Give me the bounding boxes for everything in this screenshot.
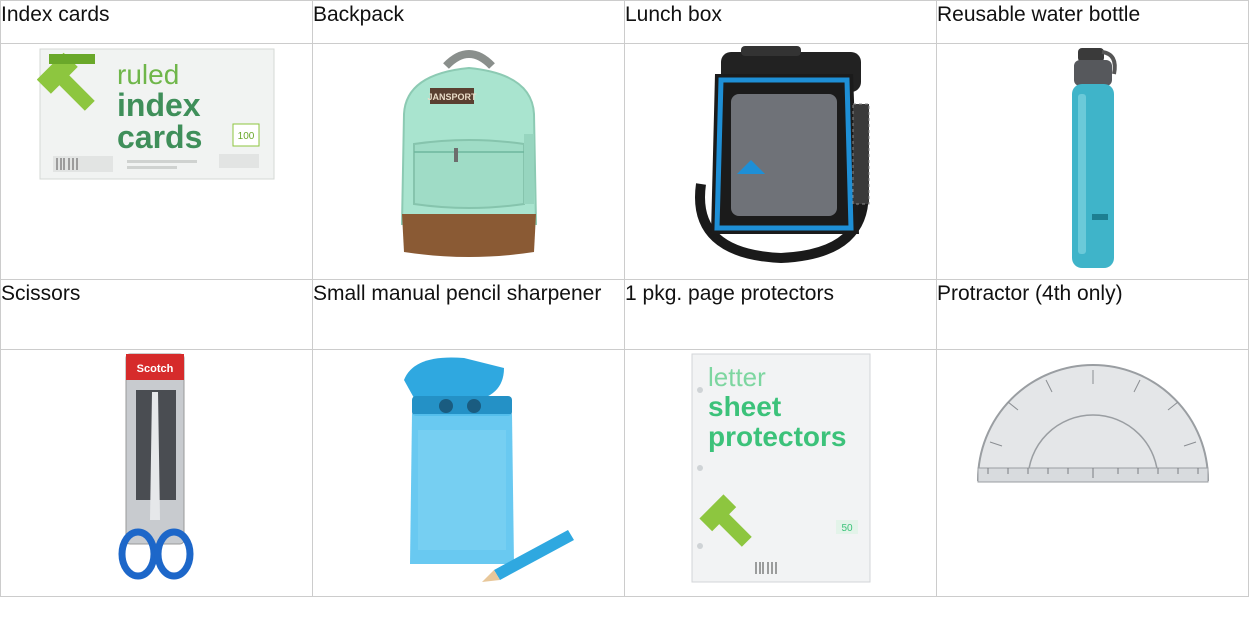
image-row-1: ruled index cards 100 JANSPORT bbox=[0, 43, 1249, 280]
cell-image-protractor bbox=[936, 349, 1249, 597]
cell-image-pencil-sharpener bbox=[312, 349, 625, 597]
label-row-1: Index cards Backpack Lunch box Reusable … bbox=[0, 0, 1249, 44]
cell-label-scissors: Scissors bbox=[0, 279, 313, 350]
cell-image-page-protectors: letter sheet protectors 50 bbox=[624, 349, 937, 597]
protractor-image bbox=[976, 364, 1209, 483]
cell-label-lunch-box: Lunch box bbox=[624, 0, 937, 44]
cell-image-water-bottle bbox=[936, 43, 1249, 280]
scissors-image: Scotch bbox=[118, 353, 193, 580]
water-bottle-image bbox=[1071, 48, 1117, 268]
index-cards-line1: ruled bbox=[117, 59, 179, 90]
page-protectors-line1: letter bbox=[708, 362, 766, 392]
cell-label-page-protectors: 1 pkg. page protectors bbox=[624, 279, 937, 350]
cell-image-index-cards: ruled index cards 100 bbox=[0, 43, 313, 280]
page-protectors-count: 50 bbox=[841, 523, 853, 534]
cell-label-backpack: Backpack bbox=[312, 0, 625, 44]
cell-image-backpack: JANSPORT bbox=[312, 43, 625, 280]
page-protectors-image: letter sheet protectors 50 bbox=[691, 353, 870, 583]
backpack-image: JANSPORT bbox=[400, 50, 537, 257]
page-protectors-line3: protectors bbox=[708, 421, 846, 452]
index-cards-line3: cards bbox=[117, 119, 202, 155]
cell-label-pencil-sharpener: Small manual pencil sharpener bbox=[312, 279, 625, 350]
backpack-brand-patch: JANSPORT bbox=[427, 92, 477, 102]
label-row-2: Scissors Small manual pencil sharpener 1… bbox=[0, 279, 1249, 350]
cell-label-index-cards: Index cards bbox=[0, 0, 313, 44]
index-cards-count-badge: 100 bbox=[237, 131, 254, 142]
pencil-sharpener-image bbox=[403, 357, 574, 582]
index-cards-line2: index bbox=[117, 87, 201, 123]
page-protectors-line2: sheet bbox=[708, 391, 781, 422]
school-supply-table: Index cards Backpack Lunch box Reusable … bbox=[0, 0, 1249, 597]
index-cards-image: ruled index cards 100 bbox=[36, 48, 274, 180]
cell-label-protractor: Protractor (4th only) bbox=[936, 279, 1249, 350]
cell-image-lunch-box bbox=[624, 43, 937, 280]
cell-image-scissors: Scotch bbox=[0, 349, 313, 597]
lunch-box-image bbox=[694, 46, 869, 264]
scissors-brand: Scotch bbox=[136, 363, 173, 375]
image-row-2: Scotch letter sheet protectors 50 bbox=[0, 349, 1249, 597]
cell-label-water-bottle: Reusable water bottle bbox=[936, 0, 1249, 44]
